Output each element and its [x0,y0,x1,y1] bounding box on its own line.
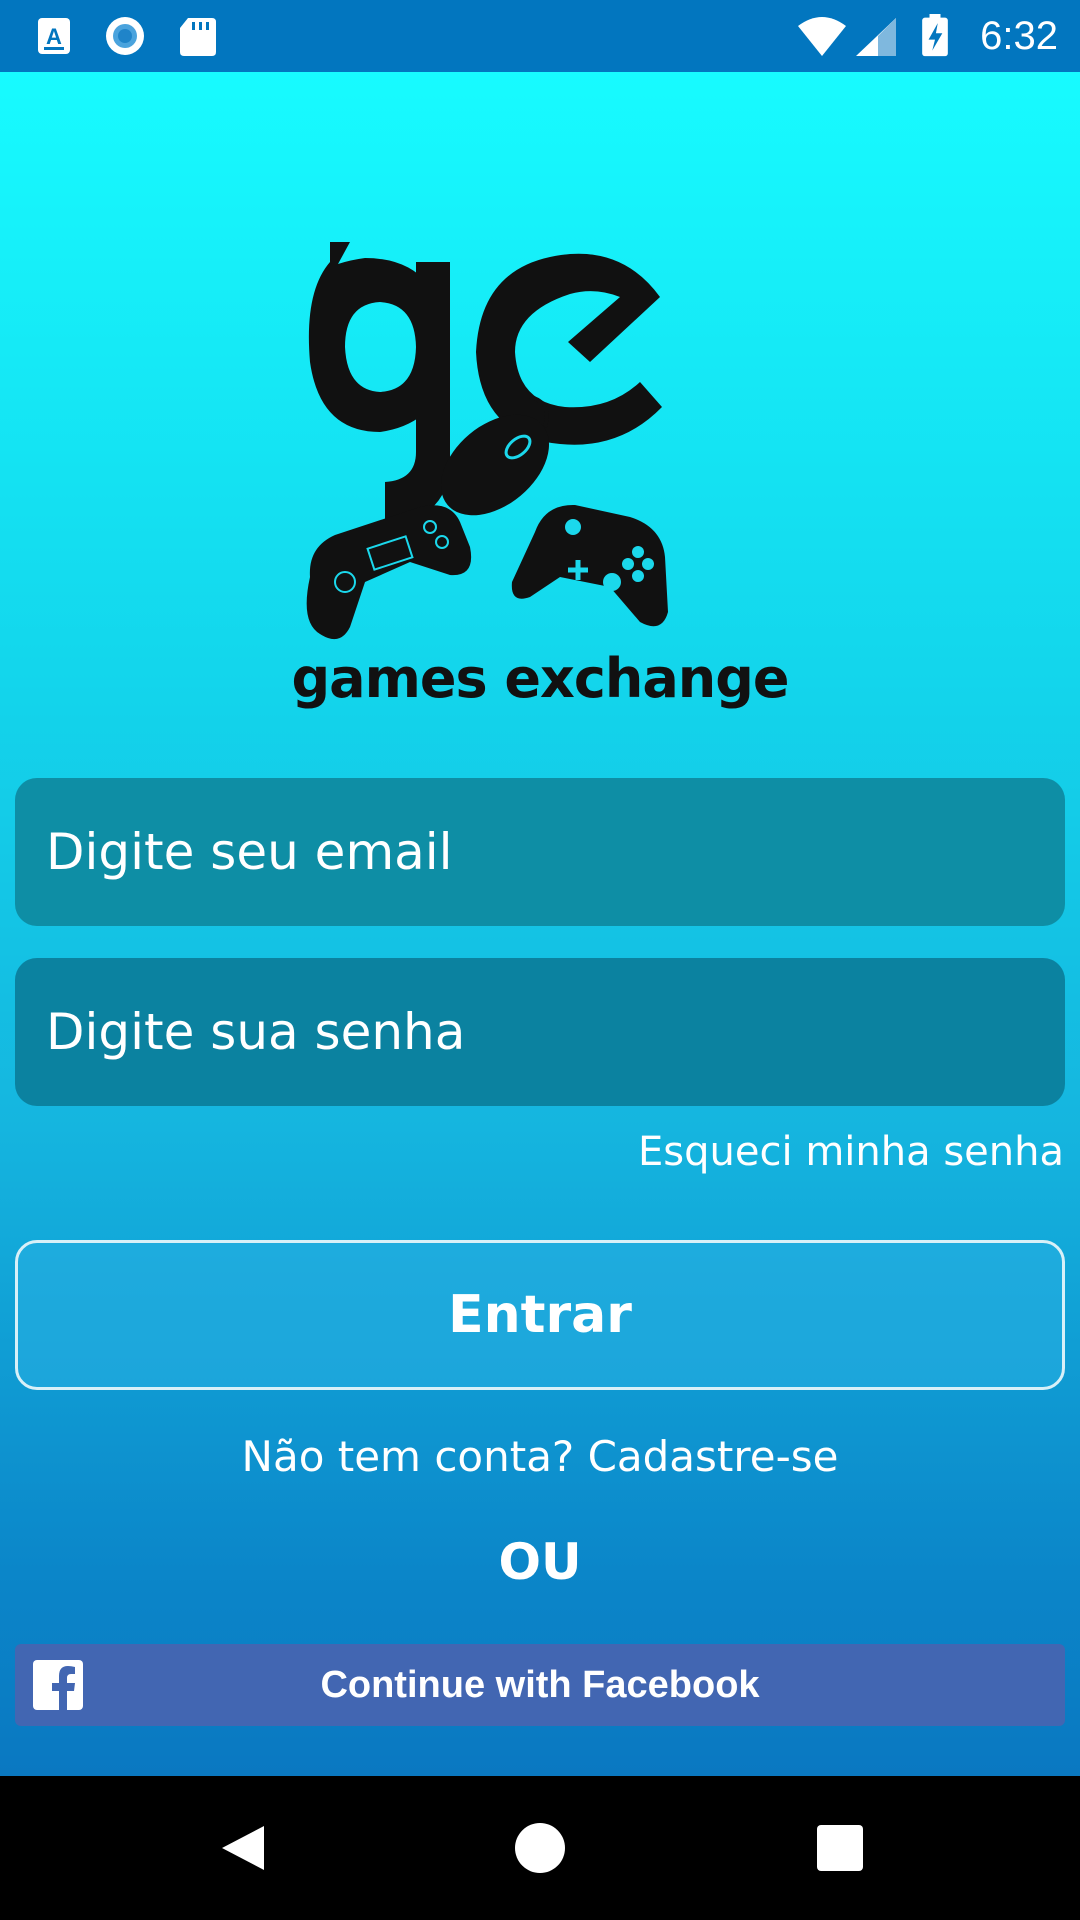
facebook-login-button[interactable]: Continue with Facebook [15,1644,1065,1726]
or-separator: OU [498,1533,582,1591]
gamepad-right-icon [511,504,668,627]
signal-icon [856,18,896,56]
recents-icon[interactable] [812,1820,868,1876]
back-icon[interactable] [214,1820,270,1876]
status-time: 6:32 [980,14,1058,58]
logo-wordmark: games exchange [292,647,789,710]
text-notification-icon: A [38,18,70,54]
main-content: games exchange Digite seu email Digite s… [0,72,1080,1776]
navigation-bar [0,1776,1080,1920]
password-input[interactable]: Digite sua senha [15,958,1065,1106]
login-screen: A 6:32 games exchange Digite seu email D… [0,0,1080,1920]
facebook-button-label: Continue with Facebook [320,1664,760,1706]
wifi-icon [798,17,846,56]
signup-link[interactable]: Não tem conta? Cadastre-se [0,1427,1080,1487]
record-icon [106,17,144,55]
facebook-icon [33,1660,83,1710]
svg-text:A: A [46,24,62,49]
sd-card-icon [180,18,216,56]
status-bar: A 6:32 [0,0,1080,72]
login-button[interactable]: Entrar [15,1240,1065,1390]
forgot-password-link[interactable]: Esqueci minha senha [638,1122,1064,1182]
home-icon[interactable] [512,1820,568,1876]
app-logo: games exchange [292,242,790,710]
gamepad-left-icon [306,505,472,640]
battery-charging-icon [922,14,948,57]
email-input[interactable]: Digite seu email [15,778,1065,926]
